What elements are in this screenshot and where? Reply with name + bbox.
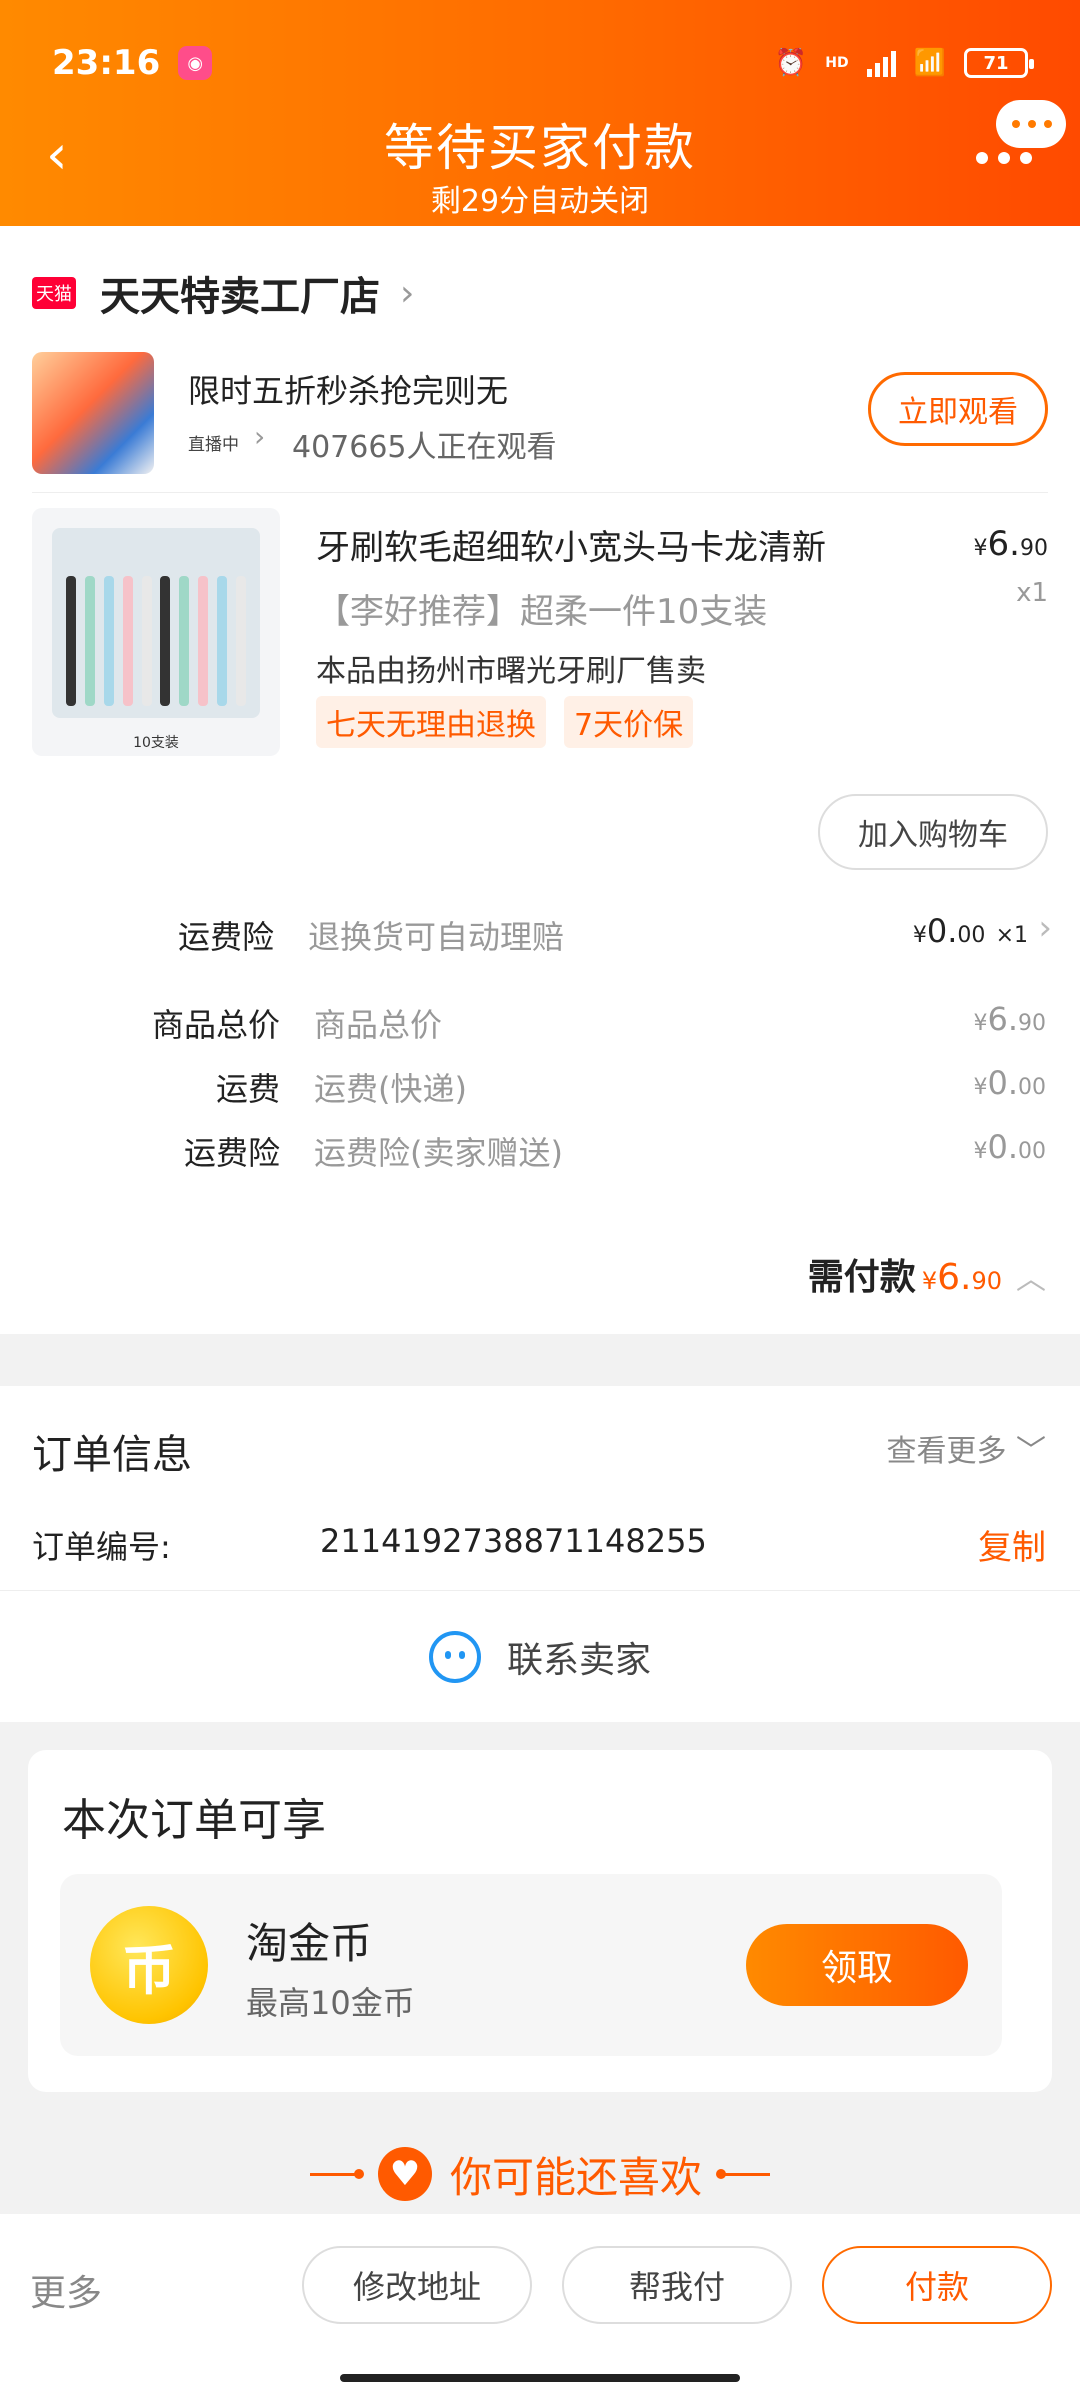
- total-label: 需付款: [807, 1257, 916, 1298]
- help-pay-button[interactable]: 帮我付: [562, 2246, 792, 2324]
- insurance-value: ¥0.00 ×1: [912, 912, 1028, 950]
- product-quantity: x1: [1016, 578, 1048, 608]
- watch-now-button[interactable]: 立即观看: [868, 372, 1048, 446]
- product-image[interactable]: 10支装: [32, 508, 280, 756]
- more-button[interactable]: 更多: [30, 2264, 102, 2316]
- change-address-button[interactable]: 修改地址: [302, 2246, 532, 2324]
- insurance-label: 运费险: [177, 918, 274, 956]
- fee-desc: 运费险(卖家赠送): [314, 1134, 563, 1172]
- decor-line: [309, 2168, 364, 2179]
- product-item[interactable]: 10支装 牙刷软毛超细软小宽头马卡龙清新 ¥6.90 x1 【李好推荐】超柔一件…: [32, 508, 1048, 756]
- shop-row[interactable]: 天猫 天天特卖工厂店 ›: [32, 264, 414, 322]
- live-status-tag: 直播中: [188, 435, 239, 455]
- customer-service-icon: [428, 1630, 481, 1683]
- page-subtitle: 剩29分自动关闭: [430, 184, 650, 219]
- pack-label: 10支装: [133, 735, 179, 751]
- service-tags: 七天无理由退换 7天价保: [316, 696, 694, 748]
- toothbrush-pack-image: [52, 528, 260, 718]
- fee-row: 运费 运费(快递) ¥0.00: [0, 1064, 1080, 1114]
- battery-icon: 71: [964, 48, 1034, 78]
- fee-value: ¥0.00: [973, 1128, 1046, 1166]
- pay-button[interactable]: 付款: [822, 2246, 1052, 2324]
- signal-icon: [866, 49, 896, 77]
- contact-seller-label: 联系卖家: [506, 1639, 651, 1681]
- tag-return: 七天无理由退换: [316, 696, 546, 748]
- product-title[interactable]: 牙刷软毛超细软小宽头马卡龙清新: [316, 520, 826, 569]
- bottom-action-bar: 更多 修改地址 帮我付 付款: [0, 2214, 1080, 2400]
- home-indicator[interactable]: [340, 2374, 740, 2382]
- order-main-card: 天猫 天天特卖工厂店 › 限时五折秒杀抢完则无 直播中 › 407665人正在观…: [0, 226, 1080, 1334]
- divider: [32, 492, 1048, 493]
- product-subtitle: 【李好推荐】超柔一件10支装: [316, 592, 768, 632]
- copy-button[interactable]: 复制: [978, 1520, 1046, 1569]
- hd-label: HD: [825, 55, 849, 71]
- fee-desc: 运费(快递): [314, 1070, 467, 1108]
- header-bar: 23:16 ◉ ⏰ HD 📶 71 ‹ 等待买家付款 剩29分自动关闭: [0, 0, 1080, 226]
- status-bar: 23:16 ◉ ⏰ HD 📶 71: [52, 38, 1034, 88]
- app-notification-icon: ◉: [178, 46, 213, 80]
- order-info-title: 订单信息: [32, 1432, 192, 1478]
- fee-label: 运费险: [183, 1134, 280, 1172]
- tag-price-protect: 7天价保: [564, 696, 694, 748]
- fee-row: 商品总价 商品总价 ¥6.90: [0, 1000, 1080, 1050]
- heart-icon: ♥: [377, 2147, 432, 2201]
- fee-value: ¥6.90: [973, 1000, 1046, 1038]
- add-to-cart-button[interactable]: 加入购物车: [818, 794, 1048, 870]
- order-number-label: 订单编号:: [32, 1528, 171, 1566]
- order-info-card: 订单信息 查看更多 ﹀ 订单编号: 2114192738871148255 复制…: [0, 1386, 1080, 1722]
- chevron-right-icon: ›: [254, 420, 266, 453]
- fee-label: 商品总价: [151, 1006, 280, 1044]
- tmall-icon: 天猫: [32, 277, 76, 309]
- contact-seller-button[interactable]: 联系卖家: [0, 1590, 1080, 1722]
- insurance-desc: 退换货可自动理赔: [308, 918, 565, 956]
- coin-benefit: 币 淘金币 最高10金币 领取: [60, 1874, 1002, 2056]
- chevron-up-icon[interactable]: ︿: [1016, 1254, 1046, 1298]
- benefits-title: 本次订单可享: [62, 1795, 326, 1846]
- wifi-icon: 📶: [913, 48, 946, 78]
- page-title: 等待买家付款: [384, 119, 696, 177]
- chevron-right-icon: ›: [400, 272, 415, 314]
- fee-desc: 商品总价: [314, 1006, 443, 1044]
- decor-line: [716, 2168, 770, 2179]
- live-viewers: 407665人正在观看: [292, 430, 557, 465]
- order-number: 2114192738871148255: [320, 1522, 707, 1560]
- status-time: 23:16: [52, 43, 161, 83]
- product-seller: 本品由扬州市曙光牙刷厂售卖: [316, 654, 706, 689]
- shop-name[interactable]: 天天特卖工厂店: [100, 264, 380, 322]
- product-price: ¥6.90: [973, 524, 1048, 564]
- coin-desc: 最高10金币: [246, 1984, 415, 2022]
- message-icon[interactable]: [970, 100, 1066, 170]
- claim-button[interactable]: 领取: [746, 1924, 968, 2006]
- fee-label: 运费: [215, 1070, 280, 1108]
- total-amount: ¥6.90: [921, 1257, 1002, 1298]
- gold-coin-icon: 币: [90, 1906, 208, 2024]
- recommend-header: ♥ 你可能还喜欢: [0, 2138, 1080, 2210]
- benefits-card: 本次订单可享 币 淘金币 最高10金币 领取: [28, 1750, 1052, 2092]
- live-thumbnail[interactable]: [32, 352, 154, 474]
- coin-name: 淘金币: [246, 1919, 373, 1968]
- see-more-link[interactable]: 查看更多 ﹀: [886, 1426, 1046, 1470]
- fee-value: ¥0.00: [973, 1064, 1046, 1102]
- alarm-icon: ⏰: [774, 48, 808, 78]
- chevron-down-icon: ﹀: [1016, 1434, 1046, 1469]
- total-payment[interactable]: 需付款 ¥6.90 ︿: [808, 1248, 1046, 1300]
- live-banner[interactable]: 限时五折秒杀抢完则无 直播中 › 407665人正在观看 立即观看: [32, 352, 1048, 476]
- fee-row: 运费险 运费险(卖家赠送) ¥0.00: [0, 1128, 1080, 1178]
- status-icons: ⏰ HD 📶 71: [774, 48, 1034, 78]
- chat-bubble: [996, 100, 1066, 148]
- chevron-right-icon: ›: [1038, 908, 1052, 948]
- live-title: 限时五折秒杀抢完则无: [188, 372, 509, 410]
- shipping-insurance-row[interactable]: 运费险 退换货可自动理赔 ¥0.00 ×1 ›: [0, 908, 1080, 962]
- recommend-label: 你可能还喜欢: [449, 2152, 702, 2202]
- battery-level: 71: [983, 52, 1009, 74]
